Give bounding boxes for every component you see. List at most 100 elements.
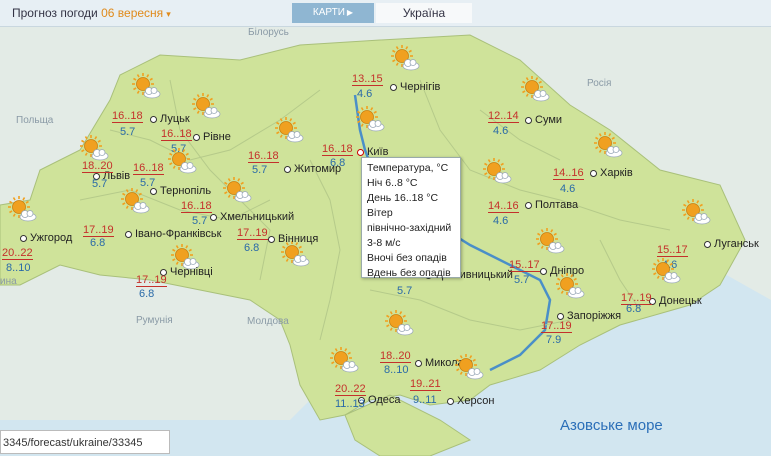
sun-cloud-icon [652, 258, 681, 284]
top-bar: Прогноз погоди 06 вересня ▾ КАРТИ ▶ Україн… [0, 0, 771, 27]
city-dot-icon [447, 397, 454, 405]
country-romania: Румунія [136, 315, 173, 326]
tooltip-line: Вітер [367, 207, 393, 219]
day-temperature: 16..18 [112, 110, 143, 123]
day-temperature: 17..19 [541, 320, 572, 333]
night-temperature: 5.7 [192, 215, 208, 227]
night-temperature: 4.6 [493, 215, 509, 227]
city-dot-icon [193, 133, 200, 141]
sun-cloud-icon [192, 93, 221, 119]
city-dot-icon [704, 240, 711, 248]
sun-cloud-icon [223, 177, 252, 203]
city-marker[interactable]: Луцьк [150, 113, 190, 125]
city-marker[interactable]: Рівне [193, 131, 231, 143]
country-moldova: Молдова [247, 316, 289, 327]
night-temperature: 4.6 [493, 125, 509, 137]
sun-cloud-icon [8, 196, 37, 222]
forecast-title: Прогноз погоди 06 вересня ▾ [12, 6, 171, 20]
sun-cloud-icon [168, 148, 197, 174]
city-name: Вінниця [278, 233, 319, 245]
city-marker[interactable]: Івано-Франківськ [125, 228, 221, 240]
day-temperature: 16..18 [248, 150, 279, 163]
weather-tooltip: Температура, °C Ніч 6..8 °C День 16..18 … [361, 157, 461, 279]
day-temperature: 12..14 [488, 110, 519, 123]
sun-cloud-icon [275, 117, 304, 143]
night-temperature: 8..10 [6, 262, 31, 274]
city-dot-icon [525, 116, 532, 124]
day-temperature: 16..18 [322, 143, 353, 156]
night-temperature: 6.8 [139, 288, 155, 300]
city-marker[interactable]: Ужгород [20, 232, 72, 244]
day-temperature: 15..17 [509, 259, 540, 272]
sun-cloud-icon [385, 310, 414, 336]
city-marker[interactable]: Вінниця [268, 233, 318, 245]
city-dot-icon [210, 213, 217, 221]
city-name: Херсон [457, 395, 495, 407]
tooltip-line: Температура, °C [367, 162, 449, 174]
date-select[interactable]: 06 вересня ▾ [101, 6, 171, 20]
city-dot-icon [150, 115, 157, 123]
tooltip-line: День 16..18 °C [367, 192, 439, 204]
forecast-title-text: Прогноз погоди [12, 6, 98, 20]
sun-cloud-icon [483, 158, 512, 184]
day-temperature: 15..17 [657, 244, 688, 257]
city-name: Ужгород [30, 232, 73, 244]
city-name: Донецьк [659, 295, 702, 307]
sea-label: Азовське море [560, 417, 663, 434]
city-dot-icon [390, 83, 397, 91]
city-name: Чернігів [400, 81, 441, 93]
day-temperature: 18..20 [82, 160, 113, 173]
sun-cloud-icon [121, 188, 150, 214]
city-marker[interactable]: Полтава [525, 199, 578, 211]
city-dot-icon [525, 201, 532, 209]
city-name: Хмельницький [220, 211, 295, 223]
city-marker[interactable]: Суми [525, 114, 562, 126]
country-belarus: Білорусь [248, 27, 289, 38]
sun-cloud-icon [391, 45, 420, 71]
city-marker[interactable]: Харків [590, 167, 633, 179]
day-temperature: 16..18 [161, 128, 192, 141]
night-temperature: 6.8 [330, 157, 346, 169]
night-temperature: 5.7 [252, 164, 268, 176]
city-name: Одеса [368, 394, 401, 406]
city-marker[interactable]: Хмельницький [210, 211, 294, 223]
day-temperature: 20..22 [2, 247, 33, 260]
tooltip-line: Ніч 6..8 °C [367, 177, 418, 189]
night-temperature: 5.7 [397, 285, 413, 297]
night-temperature: 6.8 [626, 303, 642, 315]
night-temperature: 11..13 [335, 398, 365, 410]
sun-cloud-icon [521, 76, 550, 102]
city-marker[interactable]: Луганськ [704, 238, 759, 250]
city-dot-icon [20, 234, 27, 242]
sun-cloud-icon [455, 354, 484, 380]
tooltip-line: північно-західний [367, 222, 452, 234]
day-temperature: 17..19 [136, 274, 167, 287]
city-dot-icon [540, 267, 547, 275]
day-temperature: 17..19 [83, 224, 114, 237]
night-temperature: 5.7 [92, 178, 108, 190]
sun-cloud-icon [682, 199, 711, 225]
city-name: Луганськ [714, 238, 759, 250]
tab-region-label: Україна [402, 6, 446, 20]
tab-region[interactable]: Україна [376, 3, 472, 23]
city-marker[interactable]: Тернопіль [150, 185, 211, 197]
city-dot-icon [590, 169, 597, 177]
day-temperature: 13..15 [352, 73, 383, 86]
city-name: Запоріжжя [567, 310, 622, 322]
night-temperature: 8..10 [384, 364, 409, 376]
city-dot-icon [284, 165, 291, 173]
sun-cloud-icon [132, 73, 161, 99]
city-marker[interactable]: Херсон [447, 395, 494, 407]
city-marker[interactable]: Чернігів [390, 81, 440, 93]
city-dot-icon [125, 230, 132, 238]
night-temperature: 9..11 [413, 394, 437, 406]
tab-maps-label: КАРТИ [312, 7, 345, 18]
country-russia: Росія [587, 78, 612, 89]
tooltip-line: 3-8 м/с [367, 237, 401, 249]
sun-cloud-icon [594, 132, 623, 158]
night-temperature: 6.8 [244, 242, 260, 254]
tab-maps[interactable]: КАРТИ ▶ [292, 3, 374, 23]
city-marker[interactable]: Донецьк [649, 295, 702, 307]
chevron-down-icon: ▾ [166, 9, 171, 19]
city-marker[interactable]: Чернівці [160, 266, 213, 278]
